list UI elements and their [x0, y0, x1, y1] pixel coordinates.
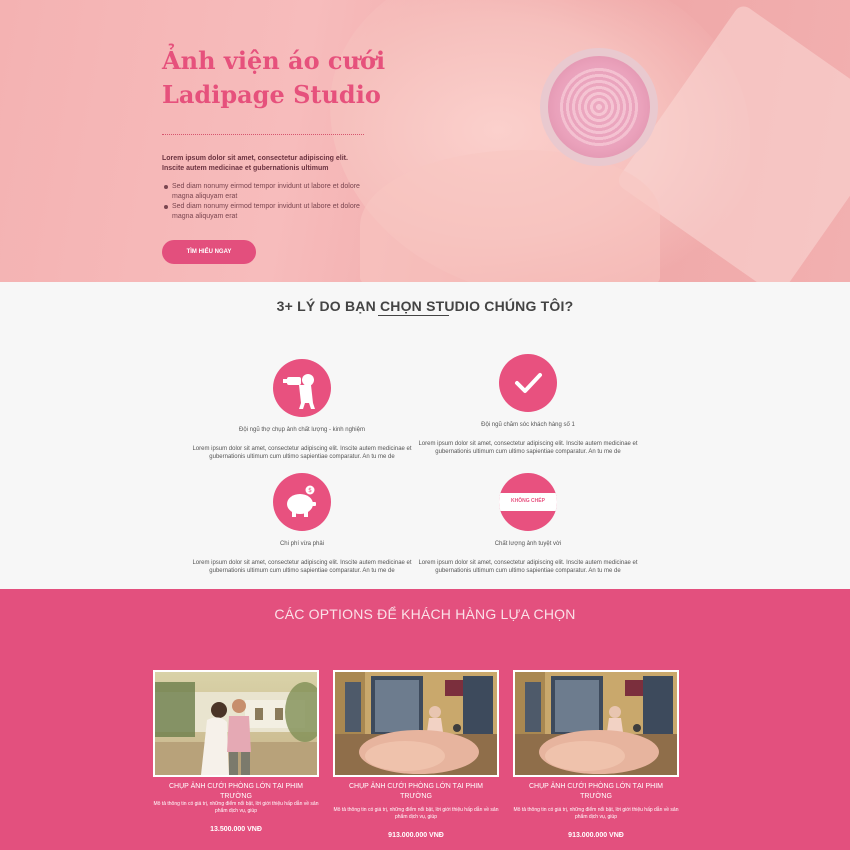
card-photo-bride[interactable]	[513, 670, 679, 777]
feature-title: Chi phí vừa phải	[279, 541, 325, 547]
card-title[interactable]: CHỤP ẢNH CƯỚI PHÒNG LỚN TẠI PHIM TRƯỜNG	[333, 782, 499, 802]
card-title[interactable]: CHỤP ẢNH CƯỚI PHÒNG LỚN TẠI PHIM TRƯỜNG	[513, 782, 679, 802]
feature-title: Đội ngũ thợ chụp ảnh chất lượng - kinh n…	[239, 427, 365, 433]
card-title[interactable]: CHỤP ẢNH CƯỚI PHÒNG LỚN TẠI PHIM TRƯỜNG	[153, 782, 319, 802]
hero-bullet: Sed diam nonumy eirmod tempor invidunt u…	[164, 182, 362, 202]
hero-title-line1: Ảnh viện áo cưới	[162, 46, 386, 75]
card-photo-bride[interactable]	[333, 670, 499, 777]
feature-desc: Lorem ipsum dolor sit amet, consectetur …	[192, 446, 412, 460]
svg-text:$: $	[308, 487, 312, 494]
no-copy-badge-icon: KHÔNG CHÉP	[499, 473, 557, 531]
reasons-section: 3+ LÝ DO BẠN CHỌN STUDIO CHÚNG TÔI? Đội …	[0, 282, 850, 589]
hero-bullet: Sed diam nonumy eirmod tempor invidunt u…	[164, 202, 362, 222]
piggy-bank-icon: $	[273, 473, 331, 531]
card-desc: Mô tả thông tin có giá trị, những điểm n…	[333, 807, 499, 820]
hero-title: Ảnh viện áo cưới Ladipage Studio	[162, 44, 402, 112]
hero-section: Ảnh viện áo cưới Ladipage Studio Lorem i…	[0, 0, 850, 282]
feature-desc: Lorem ipsum dolor sit amet, consectetur …	[418, 441, 638, 455]
options-section: CÁC OPTIONS ĐỂ KHÁCH HÀNG LỰA CHỌN CHỤP …	[0, 589, 850, 850]
card-desc: Mô tả thông tin có giá trị, những điểm n…	[153, 801, 319, 814]
card-desc: Mô tả thông tin có giá trị, những điểm n…	[513, 807, 679, 820]
card-price: 913.000.000 VNĐ	[568, 832, 624, 839]
reasons-title-underline	[378, 315, 449, 316]
checkmark-icon	[499, 354, 557, 412]
feature-desc: Lorem ipsum dolor sit amet, consectetur …	[192, 560, 412, 574]
card-price: 913.000.000 VNĐ	[388, 832, 444, 839]
hero-lead: Lorem ipsum dolor sit amet, consectetur …	[162, 155, 348, 172]
hero-bullet-list: Sed diam nonumy eirmod tempor invidunt u…	[164, 182, 362, 222]
reasons-title: 3+ LÝ DO BẠN CHỌN STUDIO CHÚNG TÔI?	[276, 298, 574, 314]
feature-title: Chất lượng ảnh tuyệt vời	[494, 541, 562, 547]
card-price: 13.500.000 VNĐ	[210, 826, 262, 833]
card-photo-couple[interactable]	[153, 670, 319, 777]
photographer-icon	[273, 359, 331, 417]
hero-watch-image	[540, 48, 658, 166]
hero-title-line2: Ladipage Studio	[162, 80, 381, 109]
feature-desc: Lorem ipsum dolor sit amet, consectetur …	[418, 560, 638, 574]
feature-title: Đội ngũ chăm sóc khách hàng số 1	[481, 422, 575, 428]
options-title: CÁC OPTIONS ĐỂ KHÁCH HÀNG LỰA CHỌN	[274, 606, 576, 622]
learn-more-button[interactable]: TÌM HIỂU NGAY	[162, 240, 256, 264]
badge-label: KHÔNG CHÉP	[511, 498, 545, 504]
hero-divider	[162, 134, 364, 135]
